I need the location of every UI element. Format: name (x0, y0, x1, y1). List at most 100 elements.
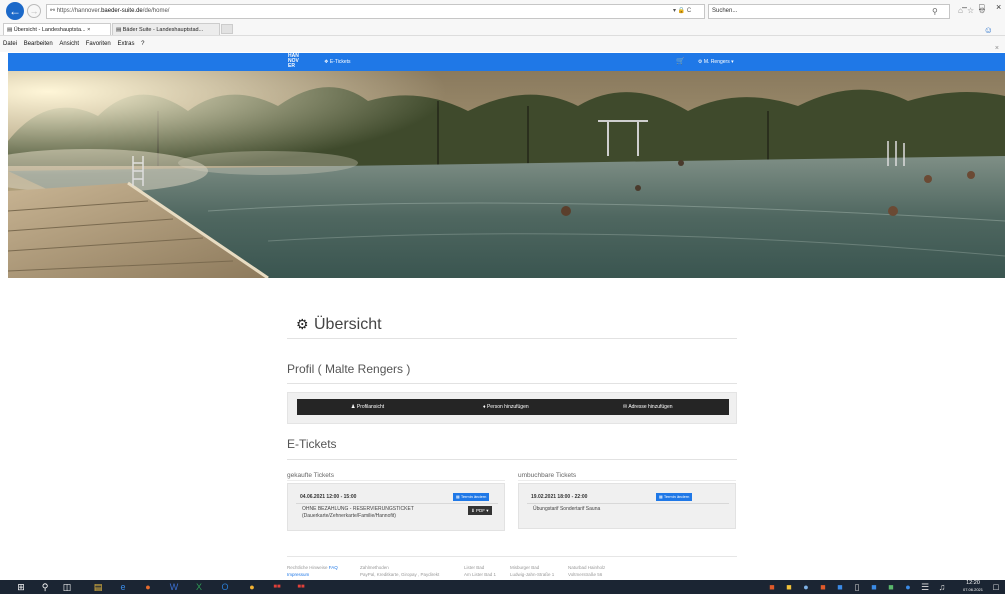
etickets-heading: E-Tickets (287, 437, 337, 451)
refresh-icon[interactable]: ▾ 🔒 C (673, 4, 691, 19)
nav-etickets-label: E-Tickets (329, 59, 351, 65)
app-icon[interactable]: ● (246, 582, 258, 592)
clock[interactable]: 12:20 07.06.2021 (960, 580, 986, 592)
impressum-link[interactable]: Impressum (287, 572, 309, 577)
tray-app-icon[interactable]: ● (903, 582, 913, 592)
payment-methods: PayPal, Kreditkarte, Giropay , Paydirekt (360, 572, 440, 577)
menu-bar: Datei Bearbeiten Ansicht Favoriten Extra… (0, 37, 1005, 52)
app-icon-red-2[interactable]: ■■ (294, 582, 308, 592)
windows-start-icon[interactable]: ⊞ (16, 582, 26, 592)
profile-heading: Profil ( Malte Rengers ) (287, 362, 411, 376)
tray-app-icon[interactable]: ■ (818, 582, 828, 592)
bad-title: Naturbad Hainholz (568, 565, 606, 570)
close-window-icon[interactable]: × (996, 2, 1001, 12)
footer-links: Rechtliche Hinweise FAQ Impressum (287, 564, 338, 578)
new-tab-button[interactable] (221, 24, 233, 34)
menu-bearbeiten[interactable]: Bearbeiten (24, 41, 53, 47)
rebookable-divider (518, 480, 736, 481)
bought-tickets-title: gekaufte Tickets (287, 472, 334, 479)
card-divider (527, 503, 729, 504)
add-address-button[interactable]: ✉ Adresse hinzufügen (623, 399, 673, 415)
tab-baeder-suite[interactable]: ▤ Bäder Suite - Landeshauptstad... (112, 23, 220, 35)
tab-uebersicht[interactable]: ▤ Übersicht - Landeshauptsta... × (3, 23, 111, 35)
clock-date: 07.06.2021 (962, 587, 984, 592)
site-navbar: HAN NOV ER ❖ E-Tickets 🛒 ⚙ M. Rengers ▾ (8, 53, 1005, 71)
tray-app-icon[interactable]: ■ (869, 582, 879, 592)
legal-link[interactable]: Rechtliche Hinweise (287, 565, 328, 570)
payment-title: Zahlmethoden (360, 565, 389, 570)
change-date-button[interactable]: ▦ Termin ändern (453, 493, 490, 501)
rebookable-tickets-title: umbuchbare Tickets (518, 472, 577, 479)
internet-explorer-icon[interactable]: e (117, 582, 129, 592)
feedback-smiley-icon[interactable]: ☺ (984, 25, 993, 35)
footer-bad-misburg: Misburger Bad Ludwig-Jahn-Straße 1 (510, 564, 554, 578)
word-icon[interactable]: W (168, 582, 180, 592)
tray-app-icon[interactable]: ■ (886, 582, 896, 592)
rebookable-ticket-card: 19.02.2021 18:00 - 22:00 ▦ Termin ändern… (518, 483, 736, 529)
menu-help[interactable]: ? (141, 41, 144, 47)
url-path: /de/home/ (142, 8, 170, 14)
profile-view-label: Profilansicht (356, 404, 385, 410)
bad-address: Voltmerstraße 56 (568, 572, 603, 577)
tray-app-icon[interactable]: ▯ (852, 582, 862, 592)
nav-etickets-link[interactable]: ❖ E-Tickets (324, 53, 351, 71)
profile-view-button[interactable]: ♟ Profilansicht (351, 399, 384, 415)
forward-button[interactable]: → (27, 4, 41, 18)
footer-bad-lister: Lister Bad Am Lister Bad 1 (464, 564, 496, 578)
hero-pool-image (8, 71, 1005, 278)
menu-ansicht[interactable]: Ansicht (59, 41, 79, 47)
tab-label: Übersicht - Landeshauptsta... (13, 27, 86, 33)
file-explorer-icon[interactable]: ▤ (92, 582, 104, 592)
menu-datei[interactable]: Datei (3, 41, 17, 47)
lock-icon: ⚯ (50, 8, 57, 14)
tray-app-icon[interactable]: ■ (784, 582, 794, 592)
add-person-button[interactable]: ♦ Person hinzufügen (483, 399, 529, 415)
speaker-icon[interactable]: ♫ (937, 582, 947, 592)
address-bar[interactable]: ⚯ https://hannover.baeder-suite.de/de/ho… (46, 4, 705, 19)
logo-line: ER (288, 63, 295, 69)
user-menu[interactable]: ⚙ M. Rengers ▾ (698, 53, 734, 71)
faq-link[interactable]: FAQ (329, 565, 338, 570)
tray-app-icon[interactable]: ● (801, 582, 811, 592)
back-button[interactable]: ← (6, 2, 24, 20)
bad-address: Ludwig-Jahn-Straße 1 (510, 572, 555, 577)
footer-bad-hainholz: Naturbad Hainholz Voltmerstraße 56 (568, 564, 605, 578)
menu-extras[interactable]: Extras (117, 41, 134, 47)
pool-illustration (8, 71, 1005, 278)
bought-ticket-card: 04.06.2021 12:00 - 15:00 ▦ Termin ändern… (287, 483, 505, 531)
bad-title: Misburger Bad (510, 565, 540, 570)
minimize-icon[interactable]: – (962, 2, 967, 12)
ticket-datetime: 19.02.2021 18:00 - 22:00 (531, 494, 588, 500)
footer-divider (287, 556, 737, 557)
search-input[interactable]: Suchen... (708, 4, 950, 19)
outlook-icon[interactable]: O (219, 582, 231, 592)
search-icon[interactable]: ⚲ (40, 582, 50, 592)
network-icon[interactable]: ☰ (920, 582, 930, 592)
ticket-datetime: 04.06.2021 12:00 - 15:00 (300, 494, 357, 500)
hannover-logo[interactable]: HAN NOV ER (288, 54, 304, 69)
browser-chrome: ← → ⚯ https://hannover.baeder-suite.de/d… (0, 0, 1005, 52)
maximize-icon[interactable]: □ (979, 2, 984, 12)
tab-label: Bäder Suite - Landeshauptstad... (122, 27, 204, 33)
cart-icon[interactable]: 🛒 (676, 53, 685, 71)
tab-favicon-icon: ▤ (116, 27, 123, 33)
pdf-dropdown-button[interactable]: ⬇ PDF ▾ (468, 506, 492, 515)
search-icon[interactable]: ⚲ (932, 4, 938, 19)
change-date-label: Termin ändern (460, 494, 487, 499)
tray-app-icon[interactable]: ■ (767, 582, 777, 592)
notifications-icon[interactable]: □ (991, 582, 1001, 592)
firefox-icon[interactable]: ● (142, 582, 154, 592)
title-divider (287, 338, 737, 339)
url-domain: baeder-suite.de (101, 8, 143, 14)
address-row: ← → ⚯ https://hannover.baeder-suite.de/d… (0, 0, 1005, 22)
change-date-button[interactable]: ▦ Termin ändern (656, 493, 693, 501)
app-icon-red[interactable]: ■■ (270, 582, 284, 592)
task-view-icon[interactable]: ◫ (62, 582, 72, 592)
ticket-subtype: (Dauerkarte/Zehnerkarte/Familie/Hannofit… (302, 513, 396, 519)
tab-strip: ▤ Übersicht - Landeshauptsta... × ▤ Bäde… (0, 22, 1005, 36)
excel-icon[interactable]: X (193, 582, 205, 592)
menu-favoriten[interactable]: Favoriten (86, 41, 111, 47)
bad-title: Lister Bad (464, 565, 485, 570)
tray-app-icon[interactable]: ■ (835, 582, 845, 592)
clock-time: 12:20 (966, 580, 980, 586)
